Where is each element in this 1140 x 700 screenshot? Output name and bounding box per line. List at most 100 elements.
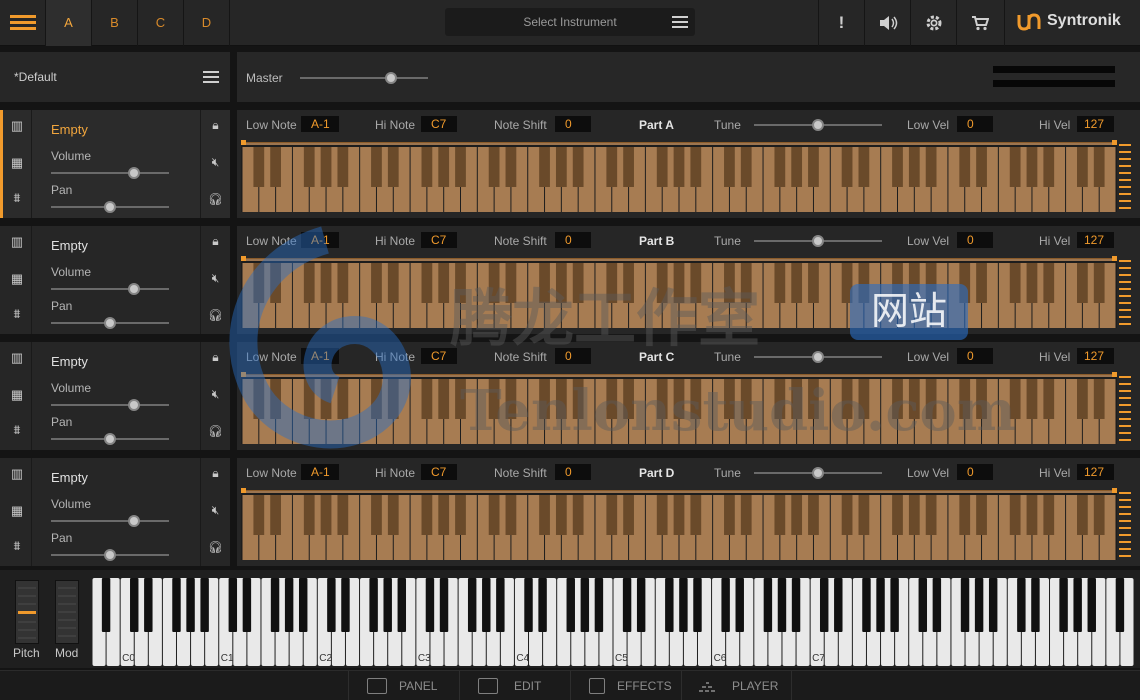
black-key[interactable] — [636, 578, 646, 632]
grid-view-icon[interactable]: ▦ — [3, 271, 31, 287]
black-key[interactable] — [242, 578, 252, 632]
arpeggio-icon[interactable]: ⩩ — [3, 306, 31, 322]
black-key[interactable] — [144, 578, 153, 632]
volume-slider[interactable] — [51, 520, 169, 522]
lock-icon[interactable]: 🔒︎ — [201, 466, 230, 481]
black-key[interactable] — [693, 578, 702, 632]
part-instrument-name[interactable]: Empty — [51, 238, 88, 253]
gear-icon[interactable] — [910, 0, 956, 46]
black-key[interactable] — [284, 578, 294, 632]
black-key[interactable] — [186, 578, 195, 632]
pan-slider-knob[interactable] — [104, 549, 116, 561]
black-key[interactable] — [482, 578, 491, 632]
black-key[interactable] — [1017, 578, 1026, 632]
low-vel-value[interactable]: 0 — [957, 464, 993, 480]
part-a-controls[interactable]: ▥ ▦ ⩩ Empty Volume Pan 🔒︎ 🔇︎ 🎧︎ — [0, 110, 230, 218]
note-shift-value[interactable]: 0 — [555, 232, 591, 248]
keyboard-view-icon[interactable]: ▥ — [3, 234, 31, 250]
key-range-map[interactable] — [241, 256, 1117, 328]
note-shift-value[interactable]: 0 — [555, 348, 591, 364]
piano-keyboard[interactable]: C0 C1 C2 C3 C4 C5 C6 C7 — [92, 578, 1134, 666]
speaker-icon[interactable] — [864, 0, 910, 46]
black-key[interactable] — [1073, 578, 1082, 632]
mute-icon[interactable]: 🔇︎ — [201, 387, 230, 402]
grid-view-icon[interactable]: ▦ — [3, 503, 31, 519]
headphones-icon[interactable]: 🎧︎ — [201, 192, 230, 206]
pan-slider-knob[interactable] — [104, 317, 116, 329]
range-end-handle[interactable] — [1112, 140, 1117, 145]
tab-part-a[interactable]: A — [46, 0, 92, 46]
black-key[interactable] — [721, 578, 730, 632]
black-key[interactable] — [228, 578, 238, 632]
low-note-value[interactable]: A-1 — [301, 348, 339, 364]
black-key[interactable] — [298, 578, 308, 632]
part-instrument-name[interactable]: Empty — [51, 470, 88, 485]
range-end-handle[interactable] — [1112, 488, 1117, 493]
key-range-map[interactable] — [241, 140, 1117, 212]
black-key[interactable] — [890, 578, 899, 632]
black-key[interactable] — [130, 578, 139, 632]
black-key[interactable] — [876, 578, 885, 632]
tab-part-b[interactable]: B — [92, 0, 138, 46]
low-vel-value[interactable]: 0 — [957, 232, 993, 248]
black-key[interactable] — [566, 578, 575, 632]
keyboard-view-icon[interactable]: ▥ — [3, 466, 31, 482]
instrument-menu-icon[interactable] — [672, 16, 688, 28]
black-key[interactable] — [327, 578, 336, 632]
hi-note-value[interactable]: C7 — [421, 116, 457, 132]
note-shift-value[interactable]: 0 — [555, 464, 591, 480]
black-key[interactable] — [932, 578, 942, 632]
nav-panel-button[interactable]: PANEL — [348, 671, 459, 700]
black-key[interactable] — [960, 578, 970, 632]
tune-slider-knob[interactable] — [812, 351, 824, 363]
lock-icon[interactable]: 🔒︎ — [201, 234, 230, 249]
black-key[interactable] — [439, 578, 449, 632]
tab-part-d[interactable]: D — [184, 0, 230, 46]
black-key[interactable] — [988, 578, 998, 632]
black-key[interactable] — [101, 578, 111, 632]
nav-effects-button[interactable]: EFFECTS — [570, 671, 681, 700]
velocity-range-bars[interactable] — [1119, 144, 1131, 212]
pan-slider-knob[interactable] — [104, 201, 116, 213]
black-key[interactable] — [862, 578, 871, 632]
black-key[interactable] — [763, 578, 773, 632]
nav-edit-button[interactable]: EDIT — [459, 671, 570, 700]
black-key[interactable] — [777, 578, 787, 632]
black-key[interactable] — [524, 578, 533, 632]
menu-logo-button[interactable] — [0, 0, 46, 46]
hi-note-value[interactable]: C7 — [421, 232, 457, 248]
volume-slider-knob[interactable] — [127, 399, 140, 411]
hi-vel-value[interactable]: 127 — [1077, 348, 1114, 364]
hi-vel-value[interactable]: 127 — [1077, 464, 1114, 480]
black-key[interactable] — [819, 578, 829, 632]
lock-icon[interactable]: 🔒︎ — [201, 118, 230, 133]
black-key[interactable] — [1059, 578, 1068, 632]
low-vel-value[interactable]: 0 — [957, 116, 993, 132]
grid-view-icon[interactable]: ▦ — [3, 387, 31, 403]
black-key[interactable] — [341, 578, 350, 632]
black-key[interactable] — [383, 578, 392, 632]
instrument-select[interactable]: Select Instrument — [445, 8, 695, 36]
range-end-handle[interactable] — [1112, 372, 1117, 377]
black-key[interactable] — [200, 578, 209, 632]
black-key[interactable] — [791, 578, 801, 632]
black-key[interactable] — [369, 578, 378, 632]
arpeggio-icon[interactable]: ⩩ — [3, 538, 31, 554]
black-key[interactable] — [974, 578, 984, 632]
black-key[interactable] — [270, 578, 280, 632]
headphones-icon[interactable]: 🎧︎ — [201, 424, 230, 438]
grid-view-icon[interactable]: ▦ — [3, 155, 31, 171]
black-key[interactable] — [679, 578, 688, 632]
tune-slider-knob[interactable] — [812, 119, 824, 131]
mute-icon[interactable]: 🔇︎ — [201, 503, 230, 518]
part-instrument-name[interactable]: Empty — [51, 122, 88, 137]
black-key[interactable] — [834, 578, 843, 632]
headphones-icon[interactable]: 🎧︎ — [201, 540, 230, 554]
low-note-value[interactable]: A-1 — [301, 232, 339, 248]
master-slider[interactable] — [300, 77, 428, 79]
arpeggio-icon[interactable]: ⩩ — [3, 190, 31, 206]
hi-vel-value[interactable]: 127 — [1077, 232, 1114, 248]
black-key[interactable] — [580, 578, 590, 632]
tune-slider-knob[interactable] — [812, 467, 824, 479]
black-key[interactable] — [594, 578, 604, 632]
